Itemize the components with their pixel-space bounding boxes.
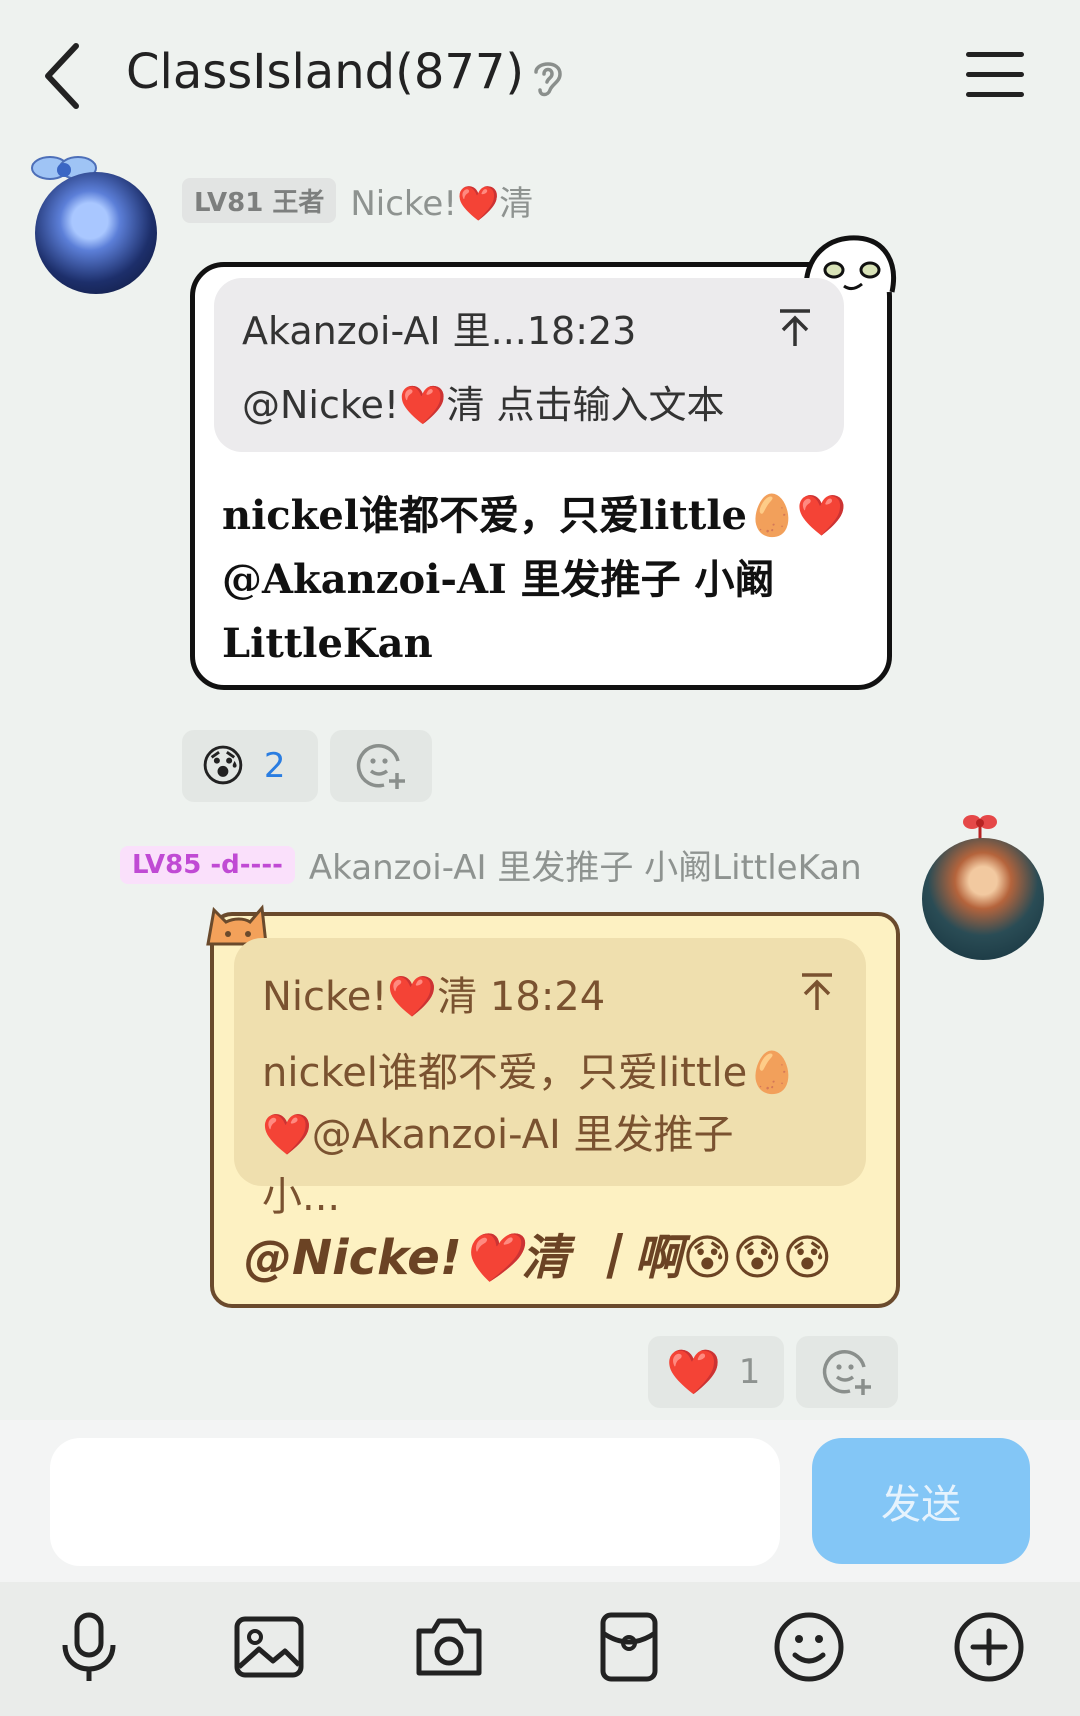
level-badge: LV81 王者	[182, 178, 337, 223]
menu-icon[interactable]	[966, 52, 1024, 98]
jump-to-quote-icon[interactable]	[800, 972, 834, 1012]
reaction-emoji: ❤️	[666, 1347, 721, 1398]
sender-line: LV81 王者 Nicke!❤️清	[182, 176, 533, 225]
quote-meta: Akanzoi-AI 里...18:23	[242, 309, 637, 353]
message-text: @Nicke!❤️清 丨啊😰😰😰	[244, 1230, 833, 1286]
reaction-chip[interactable]: ❤️ 1	[648, 1336, 784, 1408]
reaction-chip[interactable]: 😰 2	[182, 730, 318, 802]
jump-to-quote-icon[interactable]	[778, 308, 812, 348]
image-icon[interactable]	[224, 1602, 314, 1692]
message-input[interactable]	[50, 1438, 780, 1566]
quoted-message[interactable]: Akanzoi-AI 里...18:23 @Nicke!❤️清 点击输入文本	[214, 278, 844, 452]
quote-text: @Nicke!❤️清 点击输入文本	[242, 383, 725, 427]
reaction-count: 1	[738, 1352, 761, 1392]
sender-line: LV85 -d---- Akanzoi-AI 里发推子 小阚LittleKan	[120, 840, 862, 889]
message-text: nickel谁都不爱，只爱little🥚❤️@Akanzoi-AI 里发推子 小…	[222, 492, 847, 667]
add-reaction-button[interactable]	[796, 1336, 898, 1408]
sender-avatar[interactable]	[922, 838, 1044, 960]
quote-text: nickel谁都不爱，只爱little🥚❤️@Akanzoi-AI 里发推子 小…	[262, 1050, 798, 1220]
reaction-emoji: 😰	[200, 740, 246, 792]
sender-name[interactable]: Akanzoi-AI 里发推子 小阚LittleKan	[309, 848, 862, 888]
add-emoji-icon	[356, 744, 405, 789]
ear-icon[interactable]	[528, 56, 568, 100]
add-reaction-button[interactable]	[330, 730, 432, 802]
red-packet-icon[interactable]	[584, 1602, 674, 1692]
back-arrow-icon[interactable]	[40, 42, 90, 110]
sender-name[interactable]: Nicke!❤️清	[350, 184, 533, 224]
add-emoji-icon	[822, 1350, 871, 1395]
reaction-count: 2	[263, 746, 286, 786]
chat-header: ClassIsland(877)	[0, 0, 1080, 150]
microphone-icon[interactable]	[44, 1602, 134, 1692]
quote-meta: Nicke!❤️清 18:24	[262, 974, 606, 1020]
bottom-toolbar	[0, 1582, 1080, 1716]
quoted-message[interactable]: Nicke!❤️清 18:24 nickel谁都不爱，只爱little🥚❤️@A…	[234, 938, 866, 1220]
send-button[interactable]: 发送	[812, 1438, 1030, 1564]
level-badge: LV85 -d----	[120, 845, 295, 884]
chat-title[interactable]: ClassIsland(877)	[126, 44, 524, 100]
composer: 发送	[0, 1420, 1080, 1582]
sender-avatar[interactable]	[35, 172, 157, 294]
emoji-icon[interactable]	[764, 1602, 854, 1692]
camera-icon[interactable]	[404, 1602, 494, 1692]
plus-icon[interactable]	[944, 1602, 1034, 1692]
